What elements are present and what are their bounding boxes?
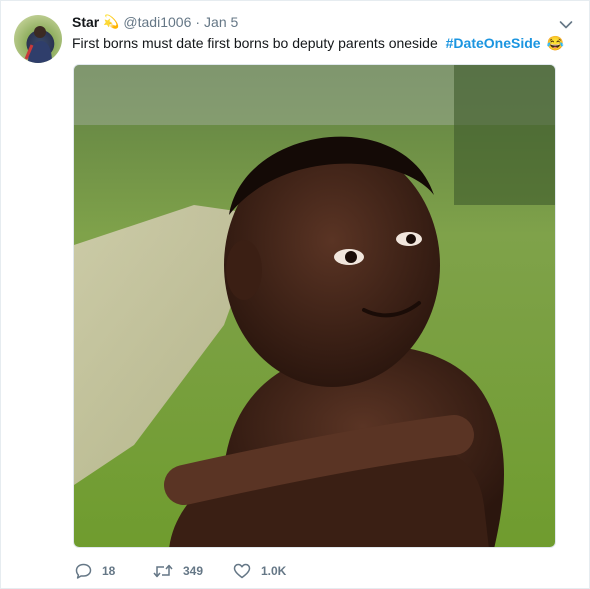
tweet-photo[interactable]	[73, 64, 556, 548]
chevron-down-icon[interactable]	[559, 17, 573, 29]
tweet-header: Star 💫 @tadi1006 · Jan 5	[72, 13, 238, 31]
hashtag-link[interactable]: #DateOneSide	[446, 35, 541, 51]
like-count: 1.0K	[261, 564, 287, 578]
like-button[interactable]: 1.0K	[233, 563, 286, 579]
laughing-emoji-icon: 😂	[546, 35, 564, 51]
tweet-date[interactable]: Jan 5	[204, 13, 238, 31]
tweet-body: First borns must date first borns bo dep…	[72, 35, 438, 51]
tweet-card[interactable]: Star 💫 @tadi1006 · Jan 5 First borns mus…	[0, 0, 590, 589]
retweet-count: 349	[183, 564, 204, 578]
avatar[interactable]	[14, 15, 62, 63]
sparkle-emoji-icon: 💫	[103, 14, 120, 29]
reply-count: 18	[102, 564, 116, 578]
reply-icon	[75, 563, 92, 579]
tweet-text: First borns must date first borns bo dep…	[72, 34, 564, 53]
reply-button[interactable]: 18	[75, 563, 153, 579]
heart-icon	[233, 563, 251, 579]
retweet-icon	[153, 563, 173, 579]
author-handle[interactable]: @tadi1006	[123, 13, 191, 31]
author-name[interactable]: Star	[72, 13, 99, 31]
separator-dot: ·	[195, 14, 201, 30]
retweet-button[interactable]: 349	[153, 563, 233, 579]
tweet-actions: 18 349 1.0K	[75, 563, 286, 579]
